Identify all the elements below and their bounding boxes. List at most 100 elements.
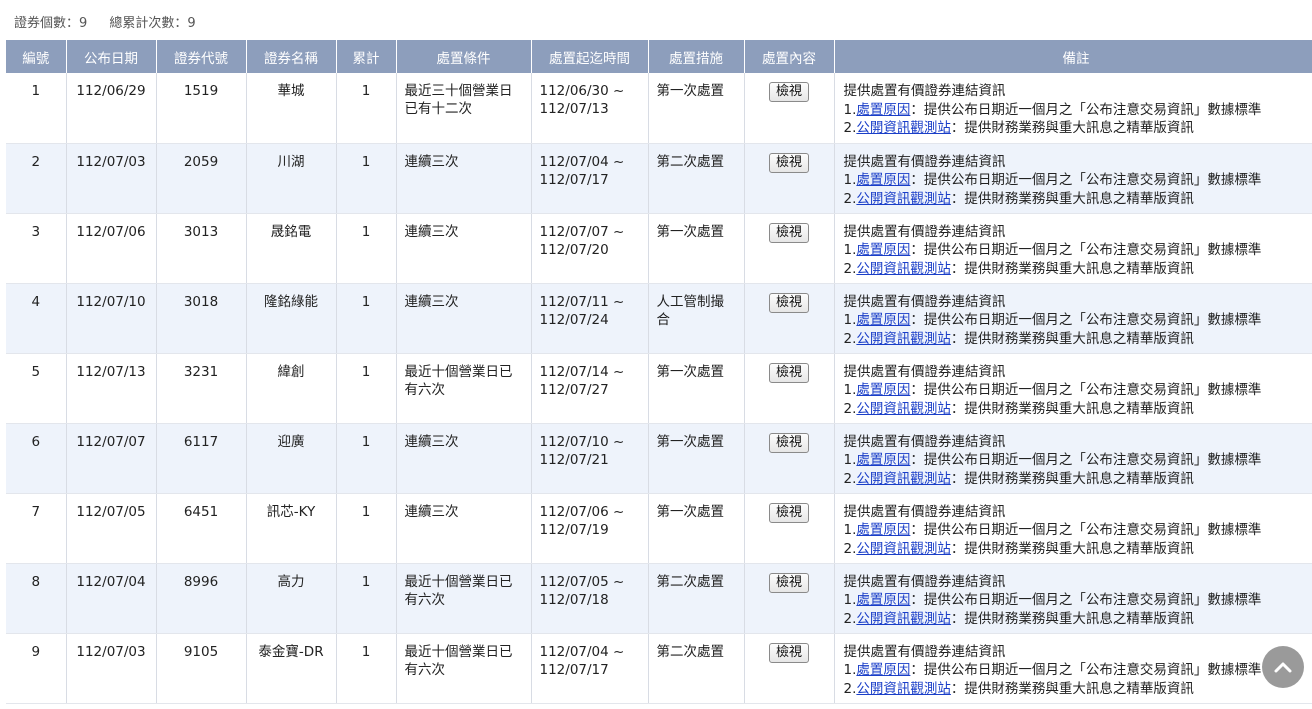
- note-line-1: 提供處置有價證券連結資訊: [843, 643, 1006, 660]
- cell-note: 提供處置有價證券連結資訊 1.處置原因：提供公布日期近一個月之「公布注意交易資訊」…: [834, 633, 1312, 704]
- cell-content: 檢視: [744, 633, 835, 704]
- cell-date: 112/07/03: [66, 143, 157, 214]
- cell-condition: 最近十個營業日已有六次: [396, 633, 532, 704]
- cell-note: 提供處置有價證券連結資訊 1.處置原因：提供公布日期近一個月之「公布注意交易資訊」…: [834, 213, 1312, 284]
- cell-name: 隆銘綠能: [246, 283, 337, 354]
- cell-measure: 第一次處置: [648, 493, 745, 564]
- table-header-row: 編號 公布日期 證券代號 證券名稱 累計 處置條件 處置起迄時間 處置措施 處置內容 備註: [6, 40, 1312, 73]
- header-period: 處置起迄時間: [531, 40, 649, 73]
- header-note: 備註: [834, 40, 1312, 73]
- view-button[interactable]: 檢視: [768, 572, 809, 593]
- reason-link[interactable]: 處置原因: [856, 452, 910, 468]
- scroll-top-button[interactable]: [1262, 646, 1304, 688]
- cell-note: 提供處置有價證券連結資訊 1.處置原因：提供公布日期近一個月之「公布注意交易資訊」…: [834, 493, 1312, 564]
- note-prefix: 1.: [843, 592, 857, 608]
- header-name: 證券名稱: [246, 40, 337, 73]
- note-line-3: 2.公開資訊觀測站：提供財務業務與重大訊息之精華版資訊: [844, 190, 1312, 209]
- mops-link[interactable]: 公開資訊觀測站: [856, 681, 951, 697]
- reason-link[interactable]: 處置原因: [856, 592, 910, 608]
- mops-link[interactable]: 公開資訊觀測站: [856, 471, 951, 487]
- header-count: 累計: [336, 40, 397, 73]
- mops-link[interactable]: 公開資訊觀測站: [856, 541, 951, 557]
- cell-period: 112/07/14 ~112/07/27: [531, 353, 649, 424]
- note-text: ：提供財務業務與重大訊息之精華版資訊: [950, 190, 1194, 207]
- view-button[interactable]: 檢視: [768, 292, 809, 313]
- reason-link[interactable]: 處置原因: [856, 102, 910, 118]
- period-end: 112/07/20: [539, 241, 609, 258]
- reason-link[interactable]: 處置原因: [856, 662, 910, 678]
- cell-count: 1: [336, 283, 397, 354]
- cell-count: 1: [336, 423, 397, 494]
- mops-link[interactable]: 公開資訊觀測站: [856, 611, 951, 627]
- cell-count: 1: [336, 213, 397, 284]
- view-button[interactable]: 檢視: [768, 222, 809, 243]
- cell-content: 檢視: [744, 493, 835, 564]
- note-text: ：提供財務業務與重大訊息之精華版資訊: [950, 330, 1194, 347]
- note-text: ：提供財務業務與重大訊息之精華版資訊: [950, 540, 1194, 557]
- mops-link[interactable]: 公開資訊觀測站: [856, 191, 951, 207]
- mops-link[interactable]: 公開資訊觀測站: [856, 261, 951, 277]
- cell-measure: 第二次處置: [648, 143, 745, 214]
- note-text: ：提供公布日期近一個月之「公布注意交易資訊」數據標準: [910, 101, 1262, 118]
- period-start: 112/07/10 ~: [539, 433, 625, 450]
- note-prefix: 2.: [843, 470, 857, 487]
- reason-link[interactable]: 處置原因: [856, 522, 910, 538]
- note-line-1: 提供處置有價證券連結資訊: [843, 363, 1006, 380]
- cell-period: 112/06/30 ~ 112/07/13: [531, 73, 649, 144]
- cell-measure: 第二次處置: [648, 563, 745, 634]
- cell-no: 4: [6, 283, 67, 354]
- note-prefix: 1.: [843, 382, 857, 398]
- view-button[interactable]: 檢視: [768, 642, 809, 663]
- view-button[interactable]: 檢視: [768, 152, 809, 173]
- note-line-1: 提供處置有價證券連結資訊: [843, 433, 1006, 450]
- view-button[interactable]: 檢視: [768, 432, 809, 453]
- cell-no: 9: [6, 633, 67, 704]
- note-prefix: 1.: [843, 242, 857, 258]
- note-line-1: 提供處置有價證券連結資訊: [843, 293, 1006, 310]
- period-start: 112/07/07 ~: [539, 223, 625, 240]
- note-prefix: 2.: [843, 400, 857, 417]
- view-button[interactable]: 檢視: [768, 502, 809, 523]
- note-line-2: 1.處置原因：提供公布日期近一個月之「公布注意交易資訊」數據標準: [844, 381, 1312, 400]
- reason-link[interactable]: 處置原因: [856, 312, 910, 328]
- cell-measure: 第一次處置: [648, 353, 745, 424]
- reason-link[interactable]: 處置原因: [856, 382, 910, 398]
- cell-period: 112/07/11 ~112/07/24: [531, 283, 649, 354]
- view-button[interactable]: 檢視: [768, 362, 809, 383]
- view-button[interactable]: 檢視: [768, 82, 809, 102]
- note-text: ：提供公布日期近一個月之「公布注意交易資訊」數據標準: [910, 172, 1262, 188]
- note-text: ：提供財務業務與重大訊息之精華版資訊: [950, 610, 1194, 627]
- header-content: 處置內容: [744, 40, 835, 73]
- cell-note: 提供處置有價證券連結資訊 1.處置原因：提供公布日期近一個月之「公布注意交易資訊」…: [834, 563, 1312, 634]
- reason-link[interactable]: 處置原因: [856, 242, 910, 258]
- reason-link[interactable]: 處置原因: [856, 172, 910, 188]
- period-start: 112/07/04 ~: [539, 643, 625, 660]
- cell-period: 112/07/04 ~112/07/17: [531, 143, 649, 214]
- table-row: 5 112/07/13 3231 緯創 1 最近十個營業日已有六次 112/07/14 ~1…: [6, 353, 1312, 424]
- cell-content: 檢視: [744, 563, 835, 634]
- cell-measure: 第一次處置: [648, 213, 745, 284]
- note-prefix: 2.: [843, 540, 857, 557]
- cell-date: 112/07/04: [66, 563, 157, 634]
- note-line-2: 1.處置原因：提供公布日期近一個月之「公布注意交易資訊」數據標準: [844, 451, 1312, 470]
- note-line-1: 提供處置有價證券連結資訊: [843, 223, 1006, 240]
- mops-link[interactable]: 公開資訊觀測站: [856, 401, 951, 417]
- header-code: 證券代號: [156, 40, 247, 73]
- mops-link[interactable]: 公開資訊觀測站: [856, 120, 951, 136]
- mops-link[interactable]: 公開資訊觀測站: [856, 331, 951, 347]
- period-end: 112/07/18: [539, 591, 609, 608]
- cell-code: 6117: [156, 423, 247, 494]
- note-text: ：提供財務業務與重大訊息之精華版資訊: [950, 400, 1194, 417]
- note-text: ：提供公布日期近一個月之「公布注意交易資訊」數據標準: [910, 452, 1262, 468]
- note-line-3: 2.公開資訊觀測站：提供財務業務與重大訊息之精華版資訊: [844, 400, 1312, 419]
- cell-condition: 最近十個營業日已有六次: [396, 353, 532, 424]
- table-row: 2 112/07/03 2059 川湖 1 連續三次 112/07/04 ~112/07/1…: [6, 143, 1312, 214]
- note-prefix: 1.: [843, 172, 857, 188]
- note-line-3: 2.公開資訊觀測站：提供財務業務與重大訊息之精華版資訊: [844, 330, 1312, 349]
- note-prefix: 2.: [843, 610, 857, 627]
- note-line-2: 1.處置原因：提供公布日期近一個月之「公布注意交易資訊」數據標準: [844, 171, 1312, 190]
- cell-condition: 最近三十個營業日已有十二次: [396, 73, 532, 144]
- cell-period: 112/07/05 ~112/07/18: [531, 563, 649, 634]
- header-no: 編號: [6, 40, 67, 73]
- cell-count: 1: [336, 143, 397, 214]
